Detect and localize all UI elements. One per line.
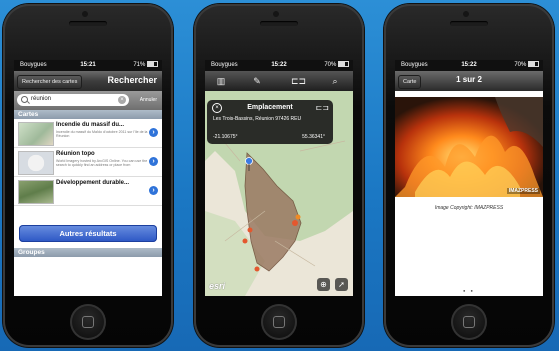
maps-icon[interactable]: ▥ (215, 75, 227, 87)
list-item[interactable]: Développement durable... › (14, 177, 162, 206)
status-bar: Bouygues 15:21 71% (14, 60, 162, 71)
more-results-button[interactable]: Autres résultats (19, 225, 157, 242)
search-input[interactable]: réunion × (17, 94, 129, 106)
map-thumbnail (18, 180, 54, 204)
chevron-right-icon[interactable]: › (149, 157, 158, 166)
callout-title: Emplacement (247, 104, 293, 111)
search-icon (21, 96, 28, 103)
map-thumbnail (18, 122, 54, 146)
map-thumbnail (18, 151, 54, 175)
bookmarks-icon[interactable]: ⊏⊐ (291, 75, 306, 87)
battery-indicator: 71% (133, 60, 158, 71)
result-description: Incendie du massif du Maïdo d'octobre 20… (56, 130, 148, 139)
search-screen: Bouygues 15:21 71% Rechercher des cartes… (14, 60, 162, 296)
phone-photo: Bouygues 15:22 70% Carte 1 sur 2 IMAZPRE… (384, 4, 554, 347)
camera (82, 11, 88, 17)
chevron-right-icon[interactable]: › (149, 128, 158, 137)
tools-icon[interactable]: ✎ (251, 75, 263, 87)
page-title: Rechercher (107, 75, 157, 85)
search-icon[interactable]: ⌕ (329, 75, 341, 87)
home-square-icon (463, 316, 475, 328)
page-title: 1 sur 2 (456, 75, 482, 84)
phone-map: Bouygues 15:22 70% ▥ ✎ ⊏⊐ ⌕ × Emplacemen… (194, 4, 364, 347)
phone-search: Bouygues 15:21 71% Rechercher des cartes… (3, 4, 173, 347)
battery-percent: 70% (324, 62, 337, 68)
chevron-right-icon[interactable]: › (149, 186, 158, 195)
photo-caption: Image Copyright: IMAZPRESS (434, 205, 504, 211)
navigation-bar: Carte 1 sur 2 (395, 71, 543, 91)
section-header-groupes: Groupes (14, 248, 162, 257)
list-item[interactable]: Réunion topo World Imagery hosted by Arc… (14, 148, 162, 177)
home-button[interactable] (451, 304, 487, 340)
bookmark-icon[interactable]: ⊏⊐ (316, 103, 329, 112)
speaker (260, 21, 298, 26)
callout-address: Les Trois-Bassins, Réunion 97426 REU (213, 116, 302, 122)
map-toolbar: ▥ ✎ ⊏⊐ ⌕ (205, 71, 353, 91)
esri-logo: esri (209, 281, 226, 291)
section-header-cartes: Cartes (14, 110, 162, 119)
battery-indicator: 70% (324, 60, 349, 71)
locate-icon[interactable]: ⊕ (317, 278, 330, 291)
camera (273, 11, 279, 17)
battery-percent: 70% (514, 62, 527, 68)
search-value: réunion (31, 96, 52, 102)
result-description: World Imagery hosted by ArcGIS Online. Y… (56, 159, 148, 168)
photo-screen: Bouygues 15:22 70% Carte 1 sur 2 IMAZPRE… (395, 60, 543, 296)
navigation-bar: Rechercher des cartes Rechercher (14, 71, 162, 91)
status-bar: Bouygues 15:22 70% (205, 60, 353, 71)
speaker (69, 21, 107, 26)
page-indicator[interactable]: ● ● (395, 288, 543, 293)
search-bar: réunion × Annuler (14, 91, 162, 110)
battery-icon (338, 61, 349, 68)
map-screen: Bouygues 15:22 70% ▥ ✎ ⊏⊐ ⌕ × Emplacemen… (205, 60, 353, 296)
home-square-icon (82, 316, 94, 328)
clear-icon[interactable]: × (118, 96, 126, 104)
callout-latitude: -21.10675° (213, 134, 238, 140)
camera (463, 11, 469, 17)
home-button[interactable] (261, 304, 297, 340)
battery-indicator: 70% (514, 60, 539, 71)
fire-image (395, 97, 543, 197)
result-title: Développement durable... (56, 180, 130, 186)
fire-photo[interactable]: IMAZPRESS (395, 97, 543, 197)
location-callout: × Emplacement ⊏⊐ Les Trois-Bassins, Réun… (207, 100, 333, 144)
callout-longitude: 55.36341° (302, 134, 325, 140)
battery-percent: 71% (133, 62, 146, 68)
cancel-button[interactable]: Annuler (138, 95, 159, 106)
compass-icon[interactable]: ➚ (335, 278, 348, 291)
result-title: Incendie du massif du... (56, 122, 125, 128)
home-square-icon (273, 316, 285, 328)
map-view[interactable]: × Emplacement ⊏⊐ Les Trois-Bassins, Réun… (205, 91, 353, 296)
home-button[interactable] (70, 304, 106, 340)
speaker (450, 21, 488, 26)
battery-icon (147, 61, 158, 68)
result-title: Réunion topo (56, 151, 95, 157)
back-button[interactable]: Rechercher des cartes (17, 75, 83, 89)
status-bar: Bouygues 15:22 70% (395, 60, 543, 71)
battery-icon (528, 61, 539, 68)
photo-watermark: IMAZPRESS (506, 188, 540, 194)
list-item[interactable]: Incendie du massif du... Incendie du mas… (14, 119, 162, 148)
